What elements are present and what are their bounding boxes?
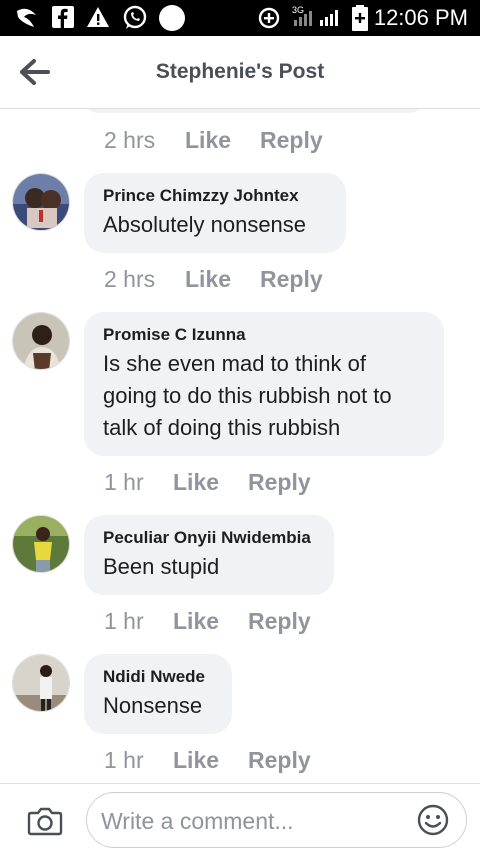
reply-link[interactable]: Reply <box>248 469 311 496</box>
comment-time: 1 hr <box>104 747 144 773</box>
facebook-icon <box>52 6 74 28</box>
camera-icon[interactable] <box>27 806 63 836</box>
comment-text: Is she even mad to think of going to do … <box>103 348 424 444</box>
comment-bubble[interactable]: Peculiar Onyii Nwidembia Been stupid <box>84 515 334 595</box>
page-title: Stephenie's Post <box>155 60 325 83</box>
like-link[interactable]: Like <box>185 266 231 293</box>
comment-line: Been stupid <box>103 554 220 579</box>
reply-link[interactable]: Reply <box>260 266 323 293</box>
comment-author[interactable]: Ndidi Nwede <box>103 666 212 688</box>
previous-comment-bubble <box>84 109 424 113</box>
like-link[interactable]: Like <box>173 608 219 635</box>
comment-time: 2 hrs <box>104 127 156 153</box>
comment-text: Nonsense <box>103 690 212 722</box>
avatar[interactable] <box>12 312 70 370</box>
comment-author[interactable]: Prince Chimzzy Johntex <box>103 185 326 207</box>
network-label: 3G <box>292 5 304 15</box>
comment-bubble[interactable]: Ndidi Nwede Nonsense <box>84 654 232 734</box>
comment-author[interactable]: Peculiar Onyii Nwidembia <box>103 527 314 549</box>
like-link[interactable]: Like <box>173 747 219 774</box>
reply-link[interactable]: Reply <box>260 127 323 154</box>
status-bar: 3G 12:06 PM <box>0 0 480 36</box>
reply-link[interactable]: Reply <box>248 608 311 635</box>
clock: 12:06 PM <box>373 5 468 30</box>
app-notification-icon <box>17 8 36 27</box>
comment-time: 2 hrs <box>104 266 156 292</box>
battery-charging-icon <box>352 5 368 31</box>
avatar[interactable] <box>12 515 70 573</box>
reply-link[interactable]: Reply <box>248 747 311 774</box>
data-saver-icon <box>258 7 280 29</box>
comment-box[interactable] <box>86 792 467 848</box>
emoji-icon[interactable] <box>417 804 449 836</box>
comment-line: going to do this rubbish not to <box>103 383 392 408</box>
post-header: Stephenie's Post <box>0 36 480 109</box>
signal-icon: 3G <box>292 5 338 26</box>
comment-line: Nonsense <box>103 693 203 718</box>
comment-input[interactable] <box>99 803 403 839</box>
whatsapp-icon <box>123 5 147 29</box>
warning-icon <box>87 7 109 27</box>
comment-line: Absolutely nonsense <box>103 212 307 237</box>
comment-text: Absolutely nonsense <box>103 209 326 241</box>
comment-time: 1 hr <box>104 608 144 634</box>
avatar[interactable] <box>12 173 70 231</box>
circle-notification-icon <box>159 5 185 31</box>
comment-composer <box>0 783 480 855</box>
comment-time: 1 hr <box>104 469 144 495</box>
comment-line: Is she even mad to think of <box>103 351 366 376</box>
avatar[interactable] <box>12 654 70 712</box>
comment-feed[interactable]: 2 hrs Like Reply Prince Chimzzy Johntex … <box>0 109 480 783</box>
comment-bubble[interactable]: Prince Chimzzy Johntex Absolutely nonsen… <box>84 173 346 253</box>
comment-author[interactable]: Promise C Izunna <box>103 324 424 346</box>
comment-line: talk of doing this rubbish <box>103 415 341 440</box>
like-link[interactable]: Like <box>173 469 219 496</box>
like-link[interactable]: Like <box>185 127 231 154</box>
comment-text: Been stupid <box>103 551 314 583</box>
comment-bubble[interactable]: Promise C Izunna Is she even mad to thin… <box>84 312 444 456</box>
